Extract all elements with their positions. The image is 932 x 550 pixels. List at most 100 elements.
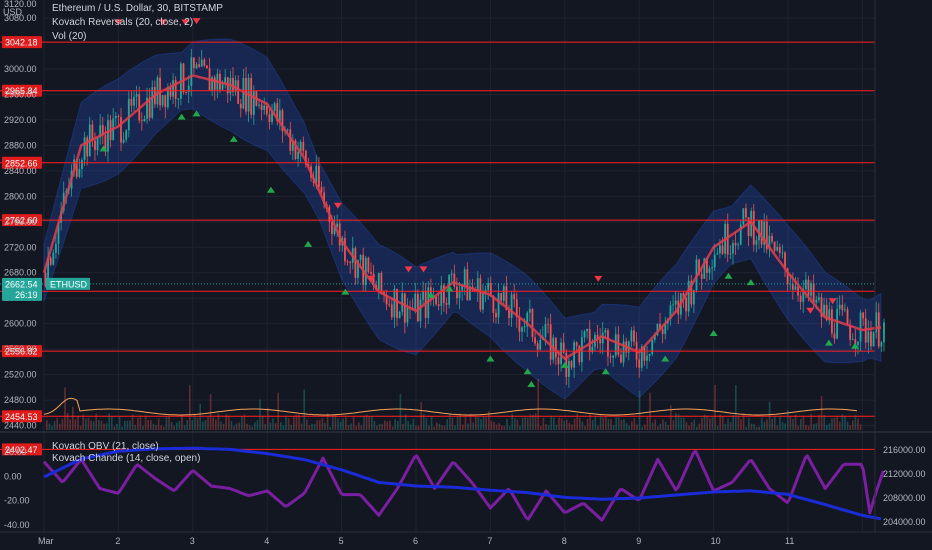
volume-bar [272, 418, 274, 430]
candle-body [377, 272, 380, 291]
candle-body [833, 333, 836, 339]
volume-bar [121, 426, 123, 430]
candle-body [528, 308, 531, 313]
candle-body [86, 137, 89, 157]
candle-body [359, 254, 362, 261]
indicator-legend-obv: Kovach OBV (21, close) [52, 441, 159, 452]
volume-bar [215, 419, 217, 430]
volume-bar [480, 419, 482, 430]
volume-bar [79, 425, 82, 430]
candle-body [877, 312, 880, 347]
volume-bar [269, 422, 272, 430]
volume-bar [337, 418, 339, 430]
bullish-reversal-marker [266, 186, 275, 193]
volume-bar [771, 418, 773, 430]
volume-bar [170, 421, 173, 430]
candle-body [620, 354, 622, 363]
volume-bar [462, 424, 464, 430]
volume-bar [430, 416, 433, 430]
price-chart[interactable]: 3042.182965.842852.662762.602651.002556.… [0, 0, 932, 550]
volume-bar [620, 419, 623, 430]
volume-bar [319, 420, 321, 430]
candle-body [713, 254, 716, 268]
volume-bar [129, 420, 131, 430]
volume-bar [584, 426, 586, 430]
volume-bar [397, 420, 399, 430]
candle-body [127, 98, 130, 131]
candle-body [557, 357, 560, 365]
volume-bar [503, 426, 506, 430]
price-axis-tick: 2800.00 [4, 191, 37, 201]
volume-bar [586, 418, 589, 430]
volume-bar [706, 415, 708, 430]
candle-body [614, 334, 617, 356]
volume-bar [363, 415, 365, 430]
volume-bar [368, 416, 370, 430]
volume-bar [833, 417, 836, 430]
volume-bar [410, 424, 412, 430]
volume-bar [321, 418, 324, 430]
candle-body [742, 208, 745, 225]
candle-body [52, 252, 55, 265]
candle-body [817, 297, 820, 300]
volume-bar [641, 426, 643, 430]
candle-body [661, 328, 664, 335]
volume-bar [261, 415, 264, 430]
volume-bar [781, 422, 784, 430]
candle-body [755, 240, 758, 245]
volume-bar [761, 417, 763, 430]
volume-bar [186, 420, 188, 430]
volume-bar [46, 420, 48, 430]
candle-body [495, 312, 497, 318]
volume-bar [303, 389, 305, 430]
candle-body [604, 330, 607, 333]
volume-bar [532, 414, 534, 430]
volume-bar [347, 425, 350, 430]
candle-body [135, 94, 138, 97]
candle-body [260, 104, 263, 110]
volume-bar [157, 418, 160, 430]
candle-body [760, 220, 763, 245]
volume-bar [680, 417, 682, 430]
candle-body [880, 342, 883, 347]
volume-bar [537, 378, 539, 430]
volume-bar [433, 426, 435, 430]
volume-bar [56, 417, 58, 430]
volume-bar [87, 417, 90, 430]
volume-bar [209, 394, 212, 430]
candle-body [55, 243, 57, 253]
volume-bar [280, 422, 282, 430]
volume-bar [142, 425, 144, 430]
bullish-reversal-marker [486, 355, 495, 362]
candle-body [567, 361, 570, 377]
volume-bar [672, 420, 675, 430]
indicator-legend-chande: Kovach Chande (14, close, open) [52, 453, 201, 464]
volume-bar [722, 415, 724, 430]
candle-body [857, 341, 859, 346]
volume-bar [51, 425, 53, 430]
candle-body [544, 324, 547, 337]
currency-label: USD [3, 7, 23, 17]
volume-bar [568, 422, 571, 430]
volume-bar [160, 425, 162, 430]
volume-bar [610, 419, 612, 430]
time-axis-label: 11 [785, 536, 794, 546]
candle-body [674, 300, 677, 305]
candle-body [883, 322, 885, 343]
candle-body [687, 280, 690, 312]
indicator-legend-volume: Vol (20) [52, 31, 87, 42]
volume-bar [659, 423, 662, 430]
time-axis-label: 9 [636, 536, 641, 546]
volume-bar [716, 426, 719, 430]
candle-body [734, 242, 737, 246]
volume-bar [176, 422, 178, 430]
volume-bar [295, 414, 298, 430]
volume-bar [267, 407, 269, 430]
candle-body [510, 294, 513, 319]
candle-body [81, 159, 83, 169]
volume-bar [59, 423, 61, 430]
candle-body [133, 96, 135, 106]
time-axis-label: 2 [115, 536, 120, 546]
candle-body [721, 245, 724, 254]
volume-bar [202, 421, 204, 430]
